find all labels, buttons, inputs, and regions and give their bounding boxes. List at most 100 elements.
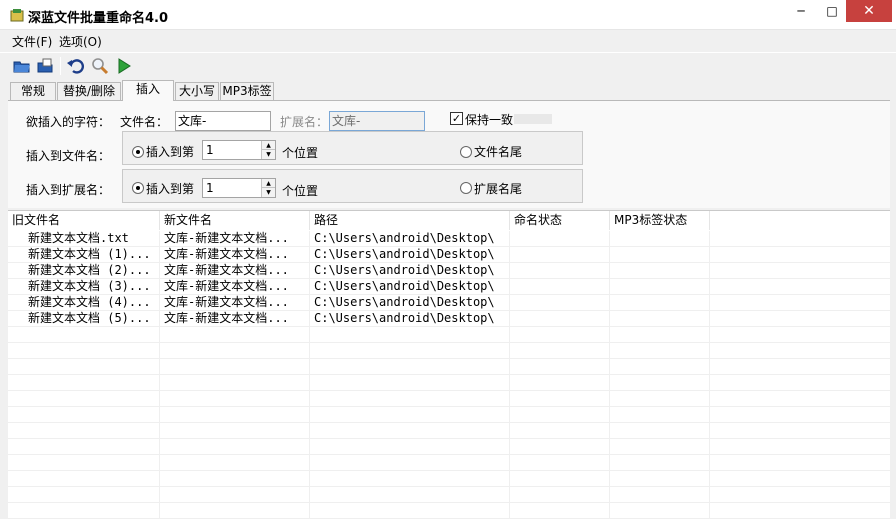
- table-row[interactable]: 新建文本文档.txt 文库-新建文本文档... C:\Users\android\D…: [8, 231, 890, 247]
- path-cell: C:\Users\android\Desktop\: [310, 311, 510, 327]
- undo-icon[interactable]: [66, 56, 86, 76]
- new-name-cell: [160, 343, 310, 359]
- run-icon[interactable]: [114, 56, 134, 76]
- mp3-status-cell: [610, 375, 710, 391]
- menu-file[interactable]: 文件(F): [12, 33, 52, 50]
- insert-ext-group: 插入到第 1 ▲ ▼ 个位置 扩展名尾: [122, 169, 583, 203]
- menu-options[interactable]: 选项(O): [59, 33, 102, 50]
- stepper-up-icon[interactable]: ▲: [262, 141, 275, 150]
- path-cell: [310, 375, 510, 391]
- keep-same-checkbox[interactable]: ✓: [450, 112, 463, 125]
- old-name-cell: 新建文本文档 (4)...: [8, 295, 160, 311]
- empty-row: [8, 439, 890, 455]
- keep-same-extra: [514, 114, 552, 124]
- column-header-path[interactable]: 路径: [310, 211, 510, 230]
- filename-position-value: 1: [206, 143, 214, 157]
- empty-row: [8, 503, 890, 519]
- new-name-cell: [160, 327, 310, 343]
- stepper-up-icon[interactable]: ▲: [262, 179, 275, 188]
- app-icon: [10, 9, 24, 22]
- path-cell: [310, 359, 510, 375]
- filename-position-suffix: 个位置: [282, 146, 319, 160]
- mp3-status-cell: [610, 311, 710, 327]
- old-name-cell: 新建文本文档 (3)...: [8, 279, 160, 295]
- close-button[interactable]: ✕: [846, 0, 892, 22]
- new-name-cell: [160, 359, 310, 375]
- mp3-status-cell: [610, 503, 710, 519]
- mp3-status-cell: [610, 247, 710, 263]
- path-cell: [310, 407, 510, 423]
- stepper-down-icon[interactable]: ▼: [262, 150, 275, 159]
- status-cell: [510, 311, 610, 327]
- search-icon[interactable]: [90, 56, 110, 76]
- old-name-cell: [8, 423, 160, 439]
- insert-chars-label: 欲插入的字符：: [26, 115, 111, 129]
- new-name-cell: 文库-新建文本文档...: [160, 311, 310, 327]
- ext-position-radio[interactable]: [132, 182, 144, 194]
- tab-insert[interactable]: 插入: [122, 80, 174, 101]
- ext-end-label: 扩展名尾: [474, 182, 523, 196]
- status-cell: [510, 327, 610, 343]
- filename-position-label: 插入到第: [146, 145, 195, 159]
- filename-insert-input[interactable]: 文库-: [175, 111, 271, 131]
- open-file-icon[interactable]: [35, 56, 55, 76]
- open-folder-icon[interactable]: [12, 56, 32, 76]
- empty-row: [8, 423, 890, 439]
- insert-ext-label: 插入到扩展名：: [26, 183, 111, 197]
- minimize-button[interactable]: ─: [784, 0, 818, 22]
- old-name-cell: [8, 375, 160, 391]
- tab-replace-delete[interactable]: 替换/删除: [57, 82, 121, 100]
- path-cell: [310, 423, 510, 439]
- empty-row: [8, 471, 890, 487]
- table-row[interactable]: 新建文本文档 (2)... 文库-新建文本文档... C:\Users\androi…: [8, 263, 890, 279]
- ext-end-radio[interactable]: [460, 182, 472, 194]
- column-header-status[interactable]: 命名状态: [510, 211, 610, 230]
- status-cell: [510, 343, 610, 359]
- ext-label: 扩展名：: [280, 115, 329, 129]
- status-cell: [510, 375, 610, 391]
- toolbar: [0, 52, 896, 80]
- empty-row: [8, 455, 890, 471]
- maximize-button[interactable]: □: [818, 0, 846, 22]
- new-name-cell: [160, 503, 310, 519]
- table-row[interactable]: 新建文本文档 (3)... 文库-新建文本文档... C:\Users\androi…: [8, 279, 890, 295]
- status-cell: [510, 503, 610, 519]
- ext-position-stepper[interactable]: 1 ▲ ▼: [202, 178, 276, 198]
- empty-row: [8, 327, 890, 343]
- status-cell: [510, 455, 610, 471]
- status-cell: [510, 391, 610, 407]
- new-name-cell: 文库-新建文本文档...: [160, 231, 310, 247]
- status-cell: [510, 407, 610, 423]
- path-cell: C:\Users\android\Desktop\: [310, 247, 510, 263]
- new-name-cell: 文库-新建文本文档...: [160, 279, 310, 295]
- insert-filename-label: 插入到文件名：: [26, 149, 111, 163]
- column-header-old-name[interactable]: 旧文件名: [8, 211, 160, 230]
- column-header-mp3-status[interactable]: MP3标签状态: [610, 211, 710, 230]
- filename-end-radio[interactable]: [460, 146, 472, 158]
- mp3-status-cell: [610, 407, 710, 423]
- path-cell: C:\Users\android\Desktop\: [310, 295, 510, 311]
- tab-case[interactable]: 大小写: [175, 82, 219, 100]
- table-row[interactable]: 新建文本文档 (4)... 文库-新建文本文档... C:\Users\androi…: [8, 295, 890, 311]
- tab-mp3-tags[interactable]: MP3标签: [220, 82, 274, 100]
- status-cell: [510, 231, 610, 247]
- path-cell: [310, 439, 510, 455]
- table-row[interactable]: 新建文本文档 (5)... 文库-新建文本文档... C:\Users\androi…: [8, 311, 890, 327]
- ext-insert-input[interactable]: 文库-: [329, 111, 425, 131]
- filename-position-radio[interactable]: [132, 146, 144, 158]
- status-cell: [510, 263, 610, 279]
- tab-general[interactable]: 常规: [10, 82, 56, 100]
- app-window: 深蓝文件批量重命名4.0 ─ □ ✕ 文件(F) 选项(O) 常规 替换/删除 …: [0, 0, 896, 519]
- old-name-cell: 新建文本文档 (2)...: [8, 263, 160, 279]
- stepper-down-icon[interactable]: ▼: [262, 188, 275, 197]
- filename-position-stepper[interactable]: 1 ▲ ▼: [202, 140, 276, 160]
- old-name-cell: [8, 455, 160, 471]
- column-header-new-name[interactable]: 新文件名: [160, 211, 310, 230]
- old-name-cell: [8, 471, 160, 487]
- toolbar-separator: [60, 57, 61, 75]
- status-cell: [510, 359, 610, 375]
- mp3-status-cell: [610, 359, 710, 375]
- empty-row: [8, 359, 890, 375]
- new-name-cell: [160, 439, 310, 455]
- table-row[interactable]: 新建文本文档 (1)... 文库-新建文本文档... C:\Users\androi…: [8, 247, 890, 263]
